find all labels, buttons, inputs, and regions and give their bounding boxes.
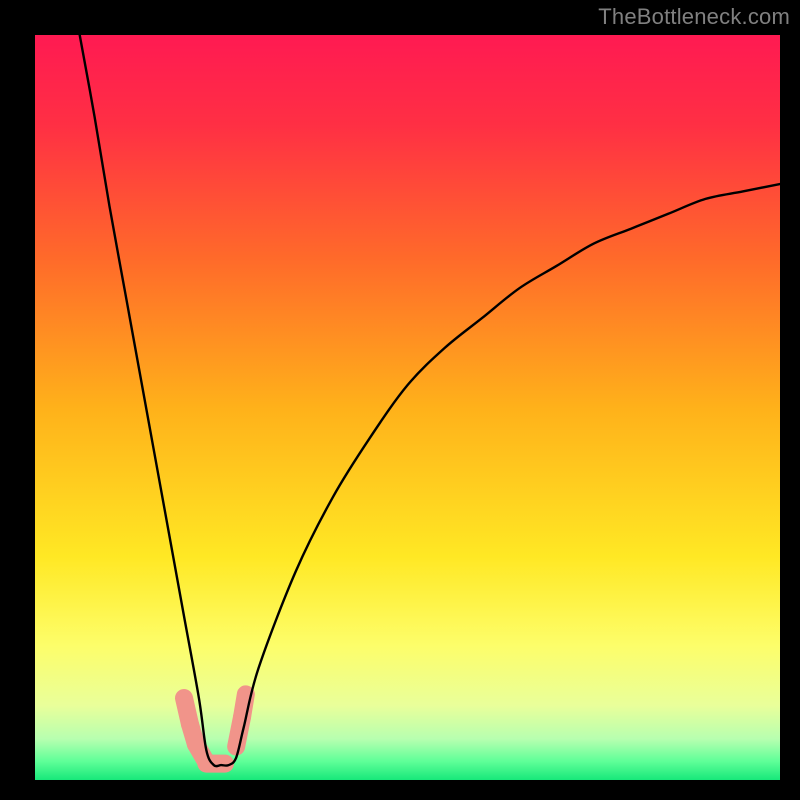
- plot-area: [35, 35, 780, 780]
- watermark-text: TheBottleneck.com: [598, 4, 790, 30]
- optimal-band-segment: [242, 694, 246, 716]
- bottleneck-chart: [35, 35, 780, 780]
- chart-frame: TheBottleneck.com: [0, 0, 800, 800]
